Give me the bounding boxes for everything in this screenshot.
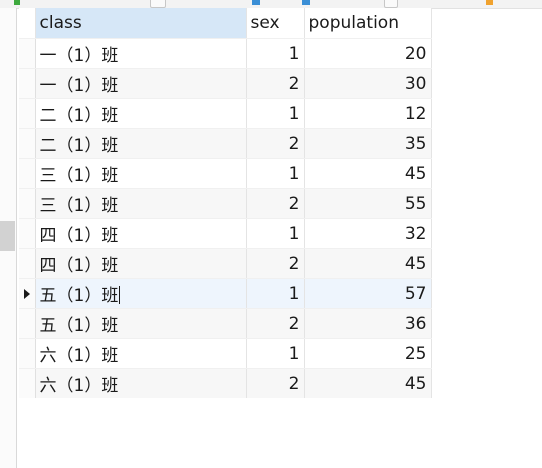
row-indicator[interactable] [19,218,36,249]
table-row[interactable]: 三（1）班 1 45 [19,158,432,189]
cell-class-text: 一（1）班 [39,46,119,66]
cell-class[interactable]: 三（1）班 [35,158,247,189]
cell-class[interactable]: 五（1）班 [35,308,247,339]
cell-population[interactable]: 36 [304,308,432,339]
row-indicator[interactable] [19,188,36,219]
cell-class-text: 四（1）班 [39,226,119,246]
column-header-sex[interactable]: sex [246,8,305,39]
cell-population[interactable]: 20 [304,38,432,69]
cell-class[interactable]: 二（1）班 [35,98,247,129]
scroll-marker[interactable] [0,221,15,251]
cell-class-text: 五（1）班 [39,316,119,336]
cell-population[interactable]: 45 [304,368,432,399]
cell-class-text: 六（1）班 [39,346,119,366]
cell-class[interactable]: 五（1）班 [35,278,247,309]
run-icon[interactable] [14,0,20,5]
cell-class[interactable]: 四（1）班 [35,248,247,279]
cell-sex[interactable]: 1 [246,98,305,129]
cell-sex[interactable]: 1 [246,158,305,189]
export-icon[interactable] [302,0,310,5]
cell-sex[interactable]: 2 [246,248,305,279]
table-row[interactable]: 五（1）班 2 36 [19,308,432,339]
table-row[interactable]: 一（1）班 1 20 [19,38,432,69]
cell-class[interactable]: 二（1）班 [35,128,247,159]
text-cursor [119,286,121,304]
result-grid: class sex population 一（1）班 1 20 一（1）班 2 30 二（1… [19,8,432,399]
cell-sex[interactable]: 2 [246,128,305,159]
column-header-class[interactable]: class [35,8,247,39]
cell-class[interactable]: 三（1）班 [35,188,247,219]
cell-population[interactable]: 55 [304,188,432,219]
row-indicator[interactable] [19,128,36,159]
cell-class[interactable]: 六（1）班 [35,368,247,399]
cell-population[interactable]: 35 [304,128,432,159]
cell-class[interactable]: 四（1）班 [35,218,247,249]
cell-sex[interactable]: 1 [246,278,305,309]
cell-class[interactable]: 一（1）班 [35,38,247,69]
query-icon[interactable] [252,0,260,5]
cell-sex[interactable]: 2 [246,68,305,99]
row-indicator[interactable] [19,368,36,399]
row-indicator[interactable] [19,68,36,99]
result-table: class sex population 一（1）班 1 20 一（1）班 2 30 二（1… [19,8,432,399]
row-indicator[interactable] [19,98,36,129]
row-indicator-header [19,8,36,39]
cell-class[interactable]: 一（1）班 [35,68,247,99]
cell-population[interactable]: 57 [304,278,432,309]
table-row[interactable]: 五（1）班 1 57 [19,278,432,309]
row-pointer-arrow-icon [23,288,30,299]
table-row[interactable]: 一（1）班 2 30 [19,68,432,99]
toolbar-button[interactable] [150,0,166,8]
cell-class-text: 一（1）班 [39,76,119,96]
table-row[interactable]: 四（1）班 1 32 [19,218,432,249]
row-indicator[interactable] [19,308,36,339]
cell-population[interactable]: 32 [304,218,432,249]
table-row[interactable]: 三（1）班 2 55 [19,188,432,219]
column-header-population[interactable]: population [304,8,432,39]
cell-population[interactable]: 25 [304,338,432,369]
cell-class-text: 三（1）班 [39,166,119,186]
table-row[interactable]: 六（1）班 1 25 [19,338,432,369]
cell-class-text: 三（1）班 [39,196,119,216]
table-row[interactable]: 二（1）班 1 12 [19,98,432,129]
cell-population[interactable]: 30 [304,68,432,99]
cell-population[interactable]: 12 [304,98,432,129]
cell-class-text: 二（1）班 [39,136,119,156]
cell-sex[interactable]: 1 [246,38,305,69]
settings-icon[interactable] [486,0,493,5]
table-body: 一（1）班 1 20 一（1）班 2 30 二（1）班 1 12 二（1）班 2 35 三（1）班 1 45… [19,38,432,399]
table-row[interactable]: 六（1）班 2 45 [19,368,432,399]
cell-class-text: 六（1）班 [39,376,119,396]
cell-class-text: 五（1）班 [39,286,119,306]
cell-population[interactable]: 45 [304,248,432,279]
cell-sex[interactable]: 2 [246,188,305,219]
row-indicator[interactable] [19,278,36,309]
toolbar-button[interactable] [384,0,398,8]
cell-class[interactable]: 六（1）班 [35,338,247,369]
cell-sex[interactable]: 1 [246,218,305,249]
cell-sex[interactable]: 2 [246,308,305,339]
table-row[interactable]: 四（1）班 2 45 [19,248,432,279]
header-row: class sex population [19,8,432,39]
cell-class-text: 二（1）班 [39,106,119,126]
row-indicator[interactable] [19,38,36,69]
grid-empty-area [19,398,542,468]
row-indicator[interactable] [19,248,36,279]
row-indicator[interactable] [19,338,36,369]
cell-sex[interactable]: 2 [246,368,305,399]
table-row[interactable]: 二（1）班 2 35 [19,128,432,159]
cell-class-text: 四（1）班 [39,256,119,276]
cell-sex[interactable]: 1 [246,338,305,369]
row-indicator[interactable] [19,158,36,189]
cell-population[interactable]: 45 [304,158,432,189]
